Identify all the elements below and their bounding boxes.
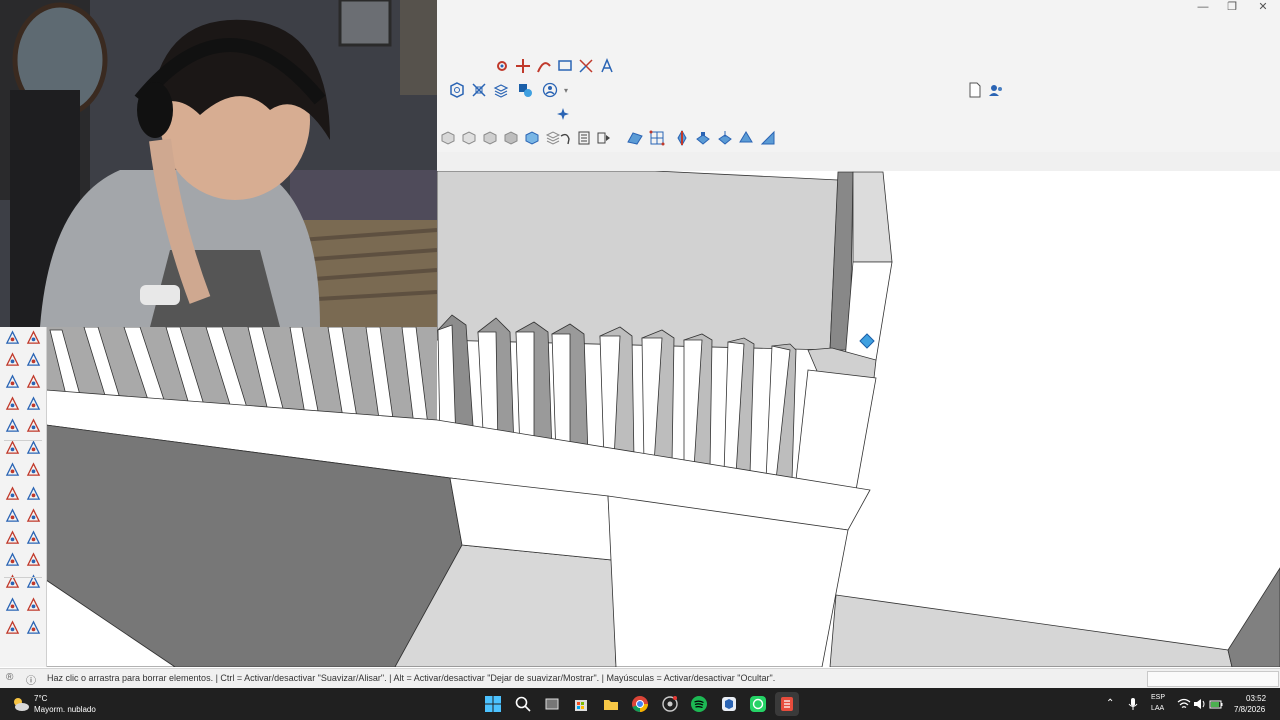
store-icon[interactable] xyxy=(569,692,593,716)
microphone-icon[interactable] xyxy=(1128,697,1138,711)
measurements-box[interactable] xyxy=(1147,671,1279,687)
xray-icon[interactable] xyxy=(439,129,457,147)
materials-icon[interactable] xyxy=(24,618,42,636)
offset-icon[interactable] xyxy=(24,394,42,412)
section-plane-icon[interactable] xyxy=(3,484,21,502)
text-icon[interactable] xyxy=(24,460,42,478)
axes-icon[interactable] xyxy=(3,416,21,434)
push-pull-icon[interactable] xyxy=(24,350,42,368)
flip-icon[interactable] xyxy=(759,129,777,147)
position-camera-icon[interactable] xyxy=(470,81,488,99)
chevron-up-icon[interactable]: ⌃ xyxy=(1106,698,1114,709)
layout-icon[interactable] xyxy=(775,692,799,716)
rotate-icon[interactable] xyxy=(3,372,21,390)
drape-icon[interactable] xyxy=(716,129,734,147)
tool-palette xyxy=(0,327,47,667)
walk-person-icon[interactable] xyxy=(24,550,42,568)
previous-icon[interactable] xyxy=(24,528,42,546)
start-icon[interactable] xyxy=(481,692,505,716)
textured-icon[interactable] xyxy=(523,129,541,147)
toolbar-strip xyxy=(437,152,1280,172)
follow-me-icon[interactable] xyxy=(24,372,42,390)
language-line1[interactable]: ESP xyxy=(1151,694,1165,701)
search-icon[interactable] xyxy=(511,692,535,716)
move-icon[interactable] xyxy=(3,350,21,368)
info-icon[interactable]: ⓘ xyxy=(26,672,36,687)
grid-icon[interactable] xyxy=(648,129,666,147)
move-icon[interactable] xyxy=(514,57,532,75)
maximize-button[interactable]: ❐ xyxy=(1218,0,1246,14)
wireframe-icon[interactable] xyxy=(460,129,478,147)
next-scene-icon[interactable] xyxy=(595,129,613,147)
tape-icon[interactable] xyxy=(3,460,21,478)
taskbar: 7°C Mayorm. nublado ⌃ ESP LAA 03:52 7/8/… xyxy=(0,688,1280,720)
styles-icon[interactable] xyxy=(3,618,21,636)
status-bar: ® ⓘ Haz clic o arrastra para borrar elem… xyxy=(0,668,1280,689)
eye-icon[interactable] xyxy=(3,572,21,590)
minimize-button[interactable]: — xyxy=(1189,0,1217,14)
zoom-icon[interactable] xyxy=(3,506,21,524)
weather-icon[interactable] xyxy=(10,695,30,713)
undo-icon[interactable] xyxy=(556,129,574,147)
palette-separator xyxy=(4,577,42,578)
text-icon[interactable] xyxy=(598,57,616,75)
weather-desc[interactable]: Mayorm. nublado xyxy=(34,705,96,714)
file-explorer-icon[interactable] xyxy=(599,692,623,716)
scale-icon[interactable] xyxy=(3,394,21,412)
walk-icon[interactable] xyxy=(24,484,42,502)
pencil-icon[interactable] xyxy=(24,328,42,346)
sandbox-icon[interactable] xyxy=(626,129,644,147)
clock-date[interactable]: 7/8/2026 xyxy=(1234,705,1265,714)
orbit-icon[interactable] xyxy=(493,57,511,75)
whatsapp-icon[interactable] xyxy=(746,692,770,716)
clock-time[interactable]: 03:52 xyxy=(1246,694,1266,703)
wifi-icon[interactable] xyxy=(1177,697,1191,709)
weather-temp[interactable]: 7°C xyxy=(34,694,47,703)
new-file-icon[interactable] xyxy=(966,81,984,99)
chevron-down-icon[interactable]: ▾ xyxy=(564,86,568,95)
close-button[interactable]: ✕ xyxy=(1249,0,1277,14)
components-icon[interactable] xyxy=(3,595,21,613)
section-icon[interactable] xyxy=(448,81,466,99)
axes-icon[interactable] xyxy=(577,57,595,75)
arc-icon[interactable] xyxy=(535,57,553,75)
shaded-icon[interactable] xyxy=(502,129,520,147)
user-icon[interactable] xyxy=(987,81,1005,99)
account-icon[interactable] xyxy=(541,81,559,99)
webcam-overlay xyxy=(0,0,437,327)
language-line2[interactable]: LAA xyxy=(1151,705,1164,712)
look-around-icon[interactable] xyxy=(3,550,21,568)
task-view-icon[interactable] xyxy=(540,692,564,716)
zoom-window-icon[interactable] xyxy=(3,528,21,546)
spotify-icon[interactable] xyxy=(687,692,711,716)
status-hint: Haz clic o arrastra para borrar elemento… xyxy=(47,673,776,683)
battery-icon[interactable] xyxy=(1209,697,1223,709)
palette-separator xyxy=(4,440,42,441)
styles-icon[interactable] xyxy=(516,81,534,99)
chrome-icon[interactable] xyxy=(628,692,652,716)
orbit-icon[interactable] xyxy=(3,328,21,346)
pan-icon[interactable] xyxy=(24,572,42,590)
push-icon[interactable] xyxy=(673,129,691,147)
webcam-image xyxy=(0,0,437,327)
obs-icon[interactable] xyxy=(658,692,682,716)
model-info-icon[interactable] xyxy=(575,129,593,147)
stamp-icon[interactable] xyxy=(694,129,712,147)
layers-icon[interactable] xyxy=(492,81,510,99)
layers-icon[interactable] xyxy=(24,595,42,613)
sketchup-icon[interactable] xyxy=(717,692,741,716)
volume-icon[interactable] xyxy=(1193,697,1207,709)
hidden-line-icon[interactable] xyxy=(481,129,499,147)
dimension-icon[interactable] xyxy=(556,57,574,75)
zoom-extents-icon[interactable] xyxy=(24,506,42,524)
add-detail-icon[interactable] xyxy=(737,129,755,147)
geo-location-icon[interactable]: ® xyxy=(6,672,13,683)
protractor-icon[interactable] xyxy=(24,416,42,434)
toolbar-area: ▾ xyxy=(437,30,1280,153)
title-bar: — ❐ ✕ xyxy=(437,0,1280,30)
advanced-tool-icon[interactable] xyxy=(554,105,572,123)
